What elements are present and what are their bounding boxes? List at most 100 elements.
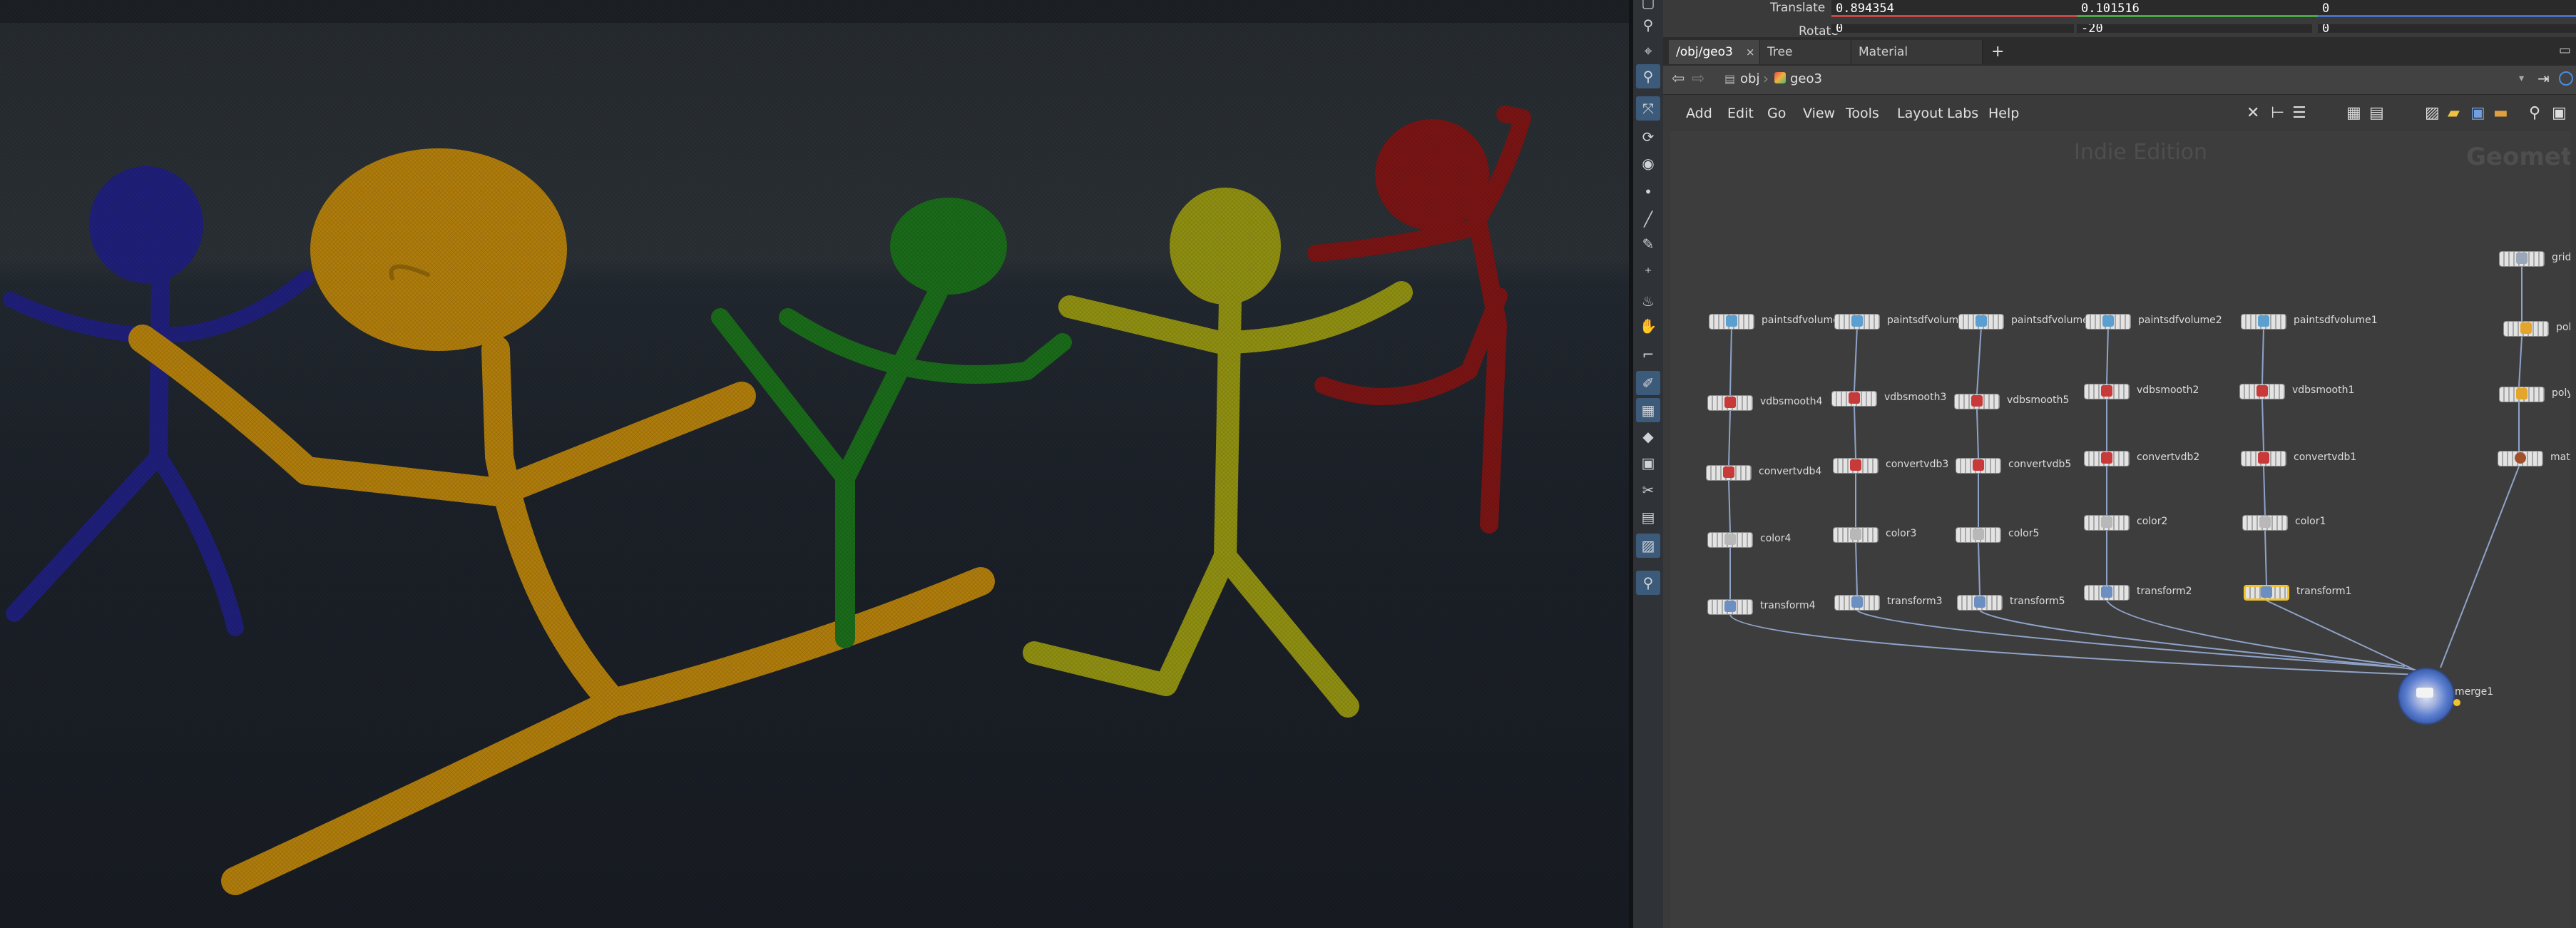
node-label: transform1 bbox=[2296, 586, 2352, 597]
right-panel: Translate 0.894354 0.101516 0 Rotate 0 -… bbox=[1663, 0, 2576, 928]
select-icon[interactable]: ▢ bbox=[1636, 0, 1660, 14]
pane-tabs: /obj/geo3× Tree View× Material Palette× … bbox=[1663, 37, 2576, 83]
grid-icon[interactable]: ▦ bbox=[1636, 398, 1660, 422]
menu-edit[interactable]: Edit bbox=[1727, 106, 1754, 121]
transform-node-icon bbox=[1724, 601, 1736, 612]
path-separator-icon: › bbox=[1763, 70, 1769, 87]
translate-y-field[interactable]: 0.101516 bbox=[2077, 0, 2325, 17]
vdb-icon bbox=[2101, 385, 2112, 397]
sculpt-icon[interactable]: ✋ bbox=[1636, 314, 1660, 338]
node-label: paintsdfvolume bbox=[1887, 315, 1965, 326]
zoom-icon[interactable]: ▣ bbox=[2552, 104, 2567, 122]
node-label: convertvdb5 bbox=[2008, 459, 2072, 470]
pane-menu-icon[interactable]: ▭ bbox=[2559, 43, 2573, 58]
curve-icon[interactable]: ⌐ bbox=[1636, 342, 1660, 367]
image-icon[interactable]: ▣ bbox=[1636, 451, 1660, 475]
translate-x-field[interactable]: 0.894354 bbox=[1831, 0, 2095, 17]
node-label: transform5 bbox=[2010, 596, 2065, 607]
link-icon[interactable] bbox=[2559, 71, 2573, 86]
lasso-icon[interactable]: ⚲ bbox=[1636, 13, 1660, 37]
color-node-icon bbox=[1724, 534, 1736, 545]
rotate-z-field[interactable]: 0 bbox=[2318, 24, 2576, 33]
node-label: color2 bbox=[2137, 516, 2168, 527]
paint-node-icon bbox=[1726, 315, 1737, 327]
rotate-icon[interactable]: ⟳ bbox=[1636, 125, 1660, 149]
spray-icon[interactable]: ♨ bbox=[1636, 289, 1660, 313]
grid-view-icon[interactable]: ▦ bbox=[2346, 104, 2361, 122]
node-label: paintsdfvolume2 bbox=[2138, 315, 2222, 326]
transform-icon[interactable]: ⤧ bbox=[1636, 96, 1660, 121]
dependency-icon[interactable]: ▬ bbox=[2493, 104, 2508, 122]
path-root[interactable]: obj bbox=[1740, 71, 1759, 86]
box-icon[interactable]: ▤ bbox=[1636, 505, 1660, 529]
scene-viewport[interactable] bbox=[0, 0, 1629, 928]
forward-arrow-icon[interactable]: ⇨ bbox=[1692, 70, 1704, 88]
close-icon[interactable]: × bbox=[1746, 46, 1755, 58]
node-label: paintsdfvolume1 bbox=[2294, 315, 2378, 326]
polybevel-icon bbox=[2516, 388, 2528, 399]
network-image-icon[interactable]: ▨ bbox=[2425, 104, 2440, 122]
point-icon[interactable]: • bbox=[1636, 180, 1660, 204]
node-label: paintsdfvolume5 bbox=[2011, 315, 2095, 326]
node-label: convertvdb2 bbox=[2137, 452, 2200, 463]
network-editor[interactable]: Indie Edition Geometry grid2 po bbox=[1670, 131, 2570, 928]
camera-icon[interactable]: ◉ bbox=[1636, 151, 1660, 175]
node-label: merge1 bbox=[2455, 686, 2494, 698]
snapshot-icon[interactable]: ▨ bbox=[1636, 534, 1660, 558]
stick-figures bbox=[0, 0, 1629, 928]
list-icon[interactable]: ☰ bbox=[2292, 104, 2306, 122]
menu-add[interactable]: Add bbox=[1686, 106, 1712, 121]
number-icon[interactable]: ⁺ bbox=[1636, 260, 1660, 285]
path-bar: ⇦ ⇨ ▤ obj › geo3 ▾ ⇥ bbox=[1663, 66, 2576, 95]
node-label: color1 bbox=[2295, 516, 2326, 527]
node-label: material8 bbox=[2550, 452, 2570, 463]
paint-node-icon bbox=[1851, 315, 1863, 327]
menu-help[interactable]: Help bbox=[1988, 106, 2019, 121]
edge-icon[interactable]: ╱ bbox=[1636, 207, 1660, 231]
add-tab-button[interactable]: + bbox=[1984, 40, 2007, 64]
paint-icon[interactable]: ✐ bbox=[1636, 371, 1660, 395]
thumbnail-icon[interactable]: ▤ bbox=[2369, 104, 2384, 122]
vdb-icon bbox=[2258, 452, 2269, 464]
rotate-x-field[interactable]: 0 bbox=[1831, 24, 2074, 33]
node-label: convertvdb4 bbox=[1759, 466, 1822, 477]
wrench-icon[interactable]: ✕ bbox=[2247, 104, 2259, 122]
grid-node-icon bbox=[2516, 253, 2528, 264]
menu-tools[interactable]: Tools bbox=[1846, 106, 1879, 121]
handle-icon[interactable]: ⚲ bbox=[1636, 64, 1660, 88]
path-dropdown-icon[interactable]: ▾ bbox=[2519, 73, 2524, 84]
node-label: vdbsmooth5 bbox=[2007, 394, 2070, 406]
transform-node-icon bbox=[2261, 586, 2272, 598]
menu-go[interactable]: Go bbox=[1767, 106, 1786, 121]
back-arrow-icon[interactable]: ⇦ bbox=[1672, 70, 1685, 88]
measure-icon[interactable]: ✂ bbox=[1636, 478, 1660, 502]
node-label: color3 bbox=[1886, 528, 1917, 539]
menu-layout[interactable]: Layout bbox=[1897, 106, 1943, 121]
image-background-icon[interactable]: ▣ bbox=[2470, 104, 2485, 122]
paint-node-icon bbox=[2102, 315, 2114, 327]
node-label: color5 bbox=[2008, 528, 2040, 539]
tab-material-palette[interactable]: Material Palette× bbox=[1851, 40, 1983, 83]
node-label: color4 bbox=[1760, 533, 1792, 544]
pin-icon[interactable]: ⌖ bbox=[1636, 39, 1660, 63]
tree-layout-icon[interactable]: ⊢ bbox=[2271, 104, 2284, 122]
color-node-icon bbox=[2101, 516, 2112, 528]
layer-icon[interactable]: ◆ bbox=[1636, 424, 1660, 449]
tab-tree-view[interactable]: Tree View× bbox=[1760, 40, 1851, 83]
brush-icon[interactable]: ✎ bbox=[1636, 232, 1660, 256]
sticky-note-icon[interactable]: ▰ bbox=[2448, 104, 2460, 122]
vdb-icon bbox=[1723, 466, 1734, 478]
translate-z-field[interactable]: 0 bbox=[2318, 0, 2576, 17]
tab-obj-geo3[interactable]: /obj/geo3 × bbox=[1669, 40, 1760, 64]
path-current[interactable]: geo3 bbox=[1790, 71, 1822, 86]
light-icon[interactable]: ⚲ bbox=[1636, 571, 1660, 595]
tab-label: /obj/geo3 bbox=[1676, 45, 1733, 59]
menu-view[interactable]: View bbox=[1803, 106, 1835, 121]
rotate-y-field[interactable]: -20 bbox=[2077, 24, 2312, 33]
search-icon[interactable]: ⚲ bbox=[2529, 104, 2540, 122]
pin-pane-icon[interactable]: ⇥ bbox=[2537, 70, 2550, 87]
node-label: grid2 bbox=[2552, 252, 2570, 263]
vdb-icon bbox=[1971, 395, 1983, 407]
menu-labs[interactable]: Labs bbox=[1947, 106, 1978, 121]
node-label: polybevel2 bbox=[2552, 387, 2570, 399]
